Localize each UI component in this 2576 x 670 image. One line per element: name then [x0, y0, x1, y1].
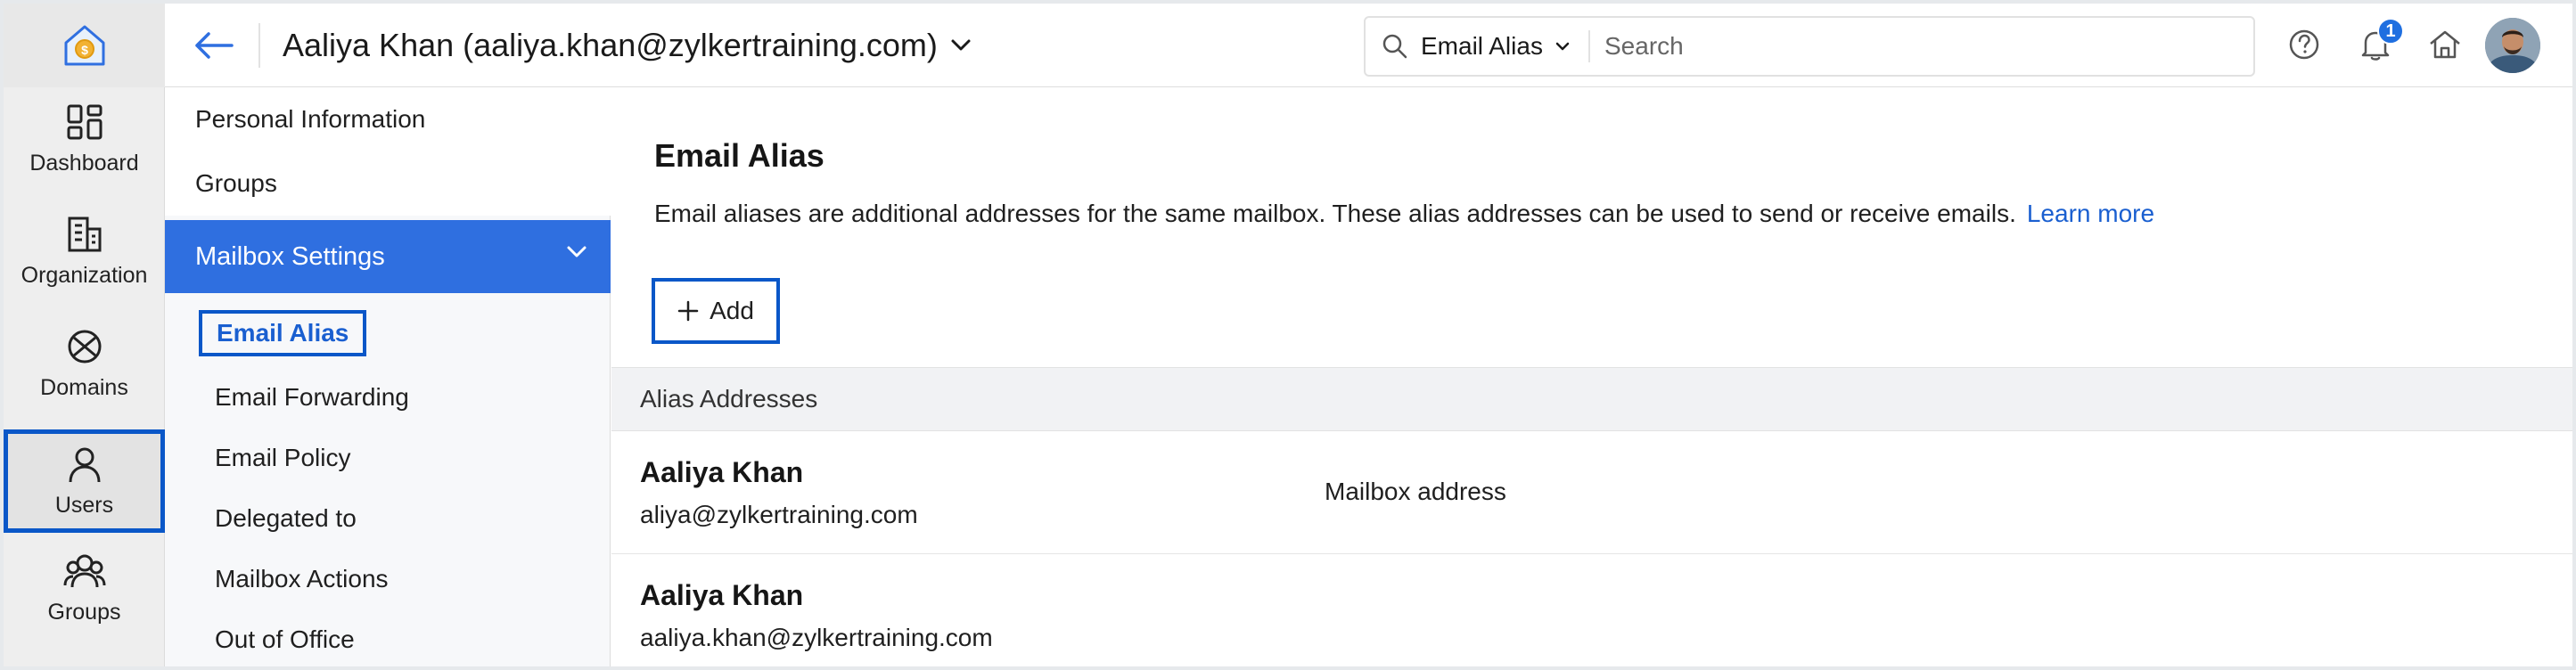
- arrow-left-icon: [195, 32, 234, 59]
- header-divider: [258, 23, 260, 68]
- column-header-alias-addresses: Alias Addresses: [640, 385, 818, 413]
- page-title: Email Alias: [654, 137, 824, 174]
- rail-item-label: Domains: [40, 374, 128, 400]
- search-icon: [1382, 34, 1407, 59]
- chevron-down-icon: [1555, 42, 1570, 51]
- subnav-sub-email-policy[interactable]: Email Policy: [215, 444, 350, 472]
- subnav-sub-label: Out of Office: [215, 625, 355, 653]
- table-row[interactable]: Aaliya Khan aaliya.khan@zylkertraining.c…: [611, 554, 2572, 666]
- add-button-label: Add: [710, 297, 754, 324]
- search-bar: Email Alias: [1364, 16, 2255, 77]
- table-row[interactable]: Aaliya Khan aliya@zylkertraining.com Mai…: [611, 431, 2572, 554]
- notifications-button[interactable]: 1: [2350, 18, 2404, 69]
- chevron-down-icon: [567, 246, 587, 257]
- rail-item-label: Users: [54, 492, 114, 518]
- alias-email: aaliya.khan@zylkertraining.com: [640, 624, 993, 651]
- search-input[interactable]: [1604, 23, 2228, 69]
- rail-item-label: Organization: [21, 262, 148, 288]
- learn-more-link[interactable]: Learn more: [2027, 200, 2154, 227]
- search-scope-dropdown[interactable]: Email Alias: [1382, 18, 1570, 75]
- help-icon: [2289, 29, 2319, 60]
- subnav-sub-out-of-office[interactable]: Out of Office: [215, 625, 355, 654]
- search-divider: [1588, 30, 1590, 62]
- domains-icon: [68, 330, 101, 363]
- groups-icon: [63, 554, 105, 587]
- notification-badge: 1: [2377, 18, 2404, 45]
- settings-subnav: Personal Information Groups Mailbox Sett…: [165, 87, 611, 666]
- subnav-sub-mailbox-actions[interactable]: Mailbox Actions: [215, 565, 389, 593]
- main-content: Email Alias Email aliases are additional…: [611, 87, 2572, 666]
- alias-name: Aaliya Khan: [640, 579, 804, 611]
- plus-icon: [677, 300, 699, 322]
- subnav-sub-label: Email Forwarding: [215, 383, 409, 411]
- alias-type: Mailbox address: [1325, 478, 1506, 505]
- subnav-item-personal-information[interactable]: Personal Information: [165, 87, 611, 151]
- subnav-section-mailbox-settings[interactable]: Mailbox Settings: [165, 220, 611, 293]
- rail-item-groups[interactable]: Groups: [4, 536, 165, 640]
- rail-item-label: Dashboard: [29, 150, 139, 176]
- rail-item-dashboard[interactable]: Dashboard: [4, 87, 165, 191]
- organization-icon: [68, 217, 101, 251]
- subnav-sub-label: Email Alias: [217, 319, 349, 347]
- rail-item-users[interactable]: Users: [4, 429, 165, 533]
- rail-item-label: Groups: [47, 599, 121, 625]
- help-button[interactable]: [2279, 20, 2329, 69]
- rail-item-domains[interactable]: Domains: [4, 312, 165, 415]
- subnav-sub-delegated-to[interactable]: Delegated to: [215, 504, 357, 533]
- svg-text:$: $: [81, 43, 88, 57]
- admin-logo-icon: $: [64, 25, 104, 66]
- user-title: Aaliya Khan (aaliya.khan@zylkertraining.…: [283, 27, 938, 63]
- page-description: Email aliases are additional addresses f…: [654, 200, 2154, 228]
- subnav-item-label: Groups: [195, 169, 277, 197]
- user-selector[interactable]: Aaliya Khan (aaliya.khan@zylkertraining.…: [283, 27, 972, 64]
- search-scope-label: Email Alias: [1421, 32, 1543, 60]
- subnav-sub-label: Email Policy: [215, 444, 351, 471]
- user-icon: [69, 447, 100, 482]
- dashboard-icon: [67, 104, 102, 139]
- rail-item-organization[interactable]: Organization: [4, 200, 165, 303]
- back-button[interactable]: [192, 23, 236, 68]
- app-logo[interactable]: $: [4, 4, 165, 87]
- subnav-sub-label: Delegated to: [215, 504, 357, 532]
- subnav-section-label: Mailbox Settings: [195, 241, 385, 271]
- top-header: Aaliya Khan (aaliya.khan@zylkertraining.…: [165, 4, 2572, 87]
- home-icon: [2430, 30, 2460, 59]
- home-button[interactable]: [2420, 20, 2470, 69]
- add-alias-button[interactable]: Add: [652, 278, 780, 344]
- description-text: Email aliases are additional addresses f…: [654, 200, 2016, 227]
- subnav-sub-label: Mailbox Actions: [215, 565, 389, 592]
- subnav-sub-email-forwarding[interactable]: Email Forwarding: [215, 383, 409, 412]
- alias-email: aliya@zylkertraining.com: [640, 501, 918, 528]
- alias-name: Aaliya Khan: [640, 456, 804, 488]
- subnav-sub-email-alias[interactable]: Email Alias: [199, 310, 367, 356]
- left-rail: $ Dashboard Organization Domains Users G…: [4, 4, 165, 666]
- subnav-item-groups[interactable]: Groups: [165, 151, 611, 216]
- user-avatar-icon: [2485, 18, 2540, 73]
- avatar[interactable]: [2485, 18, 2540, 73]
- table-header: Alias Addresses: [611, 367, 2572, 431]
- app-window: $ Dashboard Organization Domains Users G…: [4, 4, 2572, 666]
- chevron-down-icon: [951, 39, 971, 51]
- subnav-item-label: Personal Information: [195, 105, 426, 133]
